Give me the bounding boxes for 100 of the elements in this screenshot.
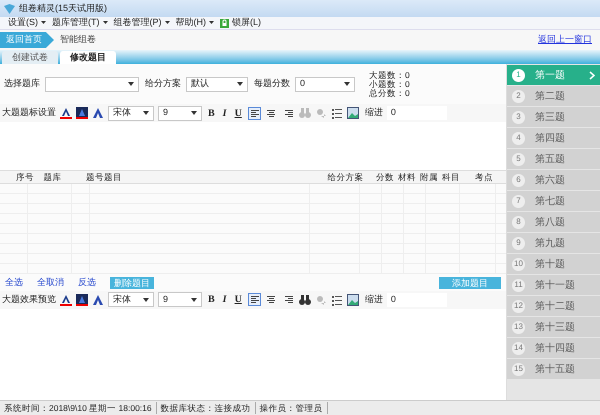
- status-text: 系统时间：2018\9\10 星期一 18:00:16: [0, 402, 157, 414]
- binoculars-icon[interactable]: [298, 294, 311, 306]
- menu-item[interactable]: 设置(S): [8, 16, 38, 30]
- status-text: 数据库状态：连接成功: [156, 402, 256, 414]
- image-icon[interactable]: [346, 107, 359, 119]
- menu-item[interactable]: 帮助(H): [176, 16, 206, 30]
- image-icon[interactable]: [346, 294, 359, 306]
- question-label: 第二题: [535, 90, 566, 104]
- question-item[interactable]: 10 第十题: [507, 254, 600, 274]
- status-text: 操作员：管理员: [256, 402, 328, 414]
- menu-caret-icon[interactable]: [209, 21, 214, 25]
- dropdown-caret-icon[interactable]: [143, 111, 149, 115]
- question-label: 第八题: [535, 216, 566, 230]
- question-item[interactable]: 13 第十三题: [507, 317, 600, 337]
- question-item[interactable]: 2 第二题: [507, 86, 600, 106]
- text-style-icon[interactable]: [92, 107, 104, 119]
- number-badge: 2: [512, 90, 525, 102]
- number-badge: 15: [512, 362, 525, 376]
- number-badge: 14: [512, 342, 525, 354]
- question-label: 第十二题: [535, 300, 576, 314]
- lock-icon[interactable]: [220, 18, 229, 28]
- question-label: 第十题: [535, 258, 566, 272]
- column-header: 科目: [440, 170, 461, 184]
- dropdown-caret-icon[interactable]: [143, 298, 149, 302]
- font-color-icon[interactable]: [60, 107, 72, 119]
- dropdown-caret-icon[interactable]: [191, 298, 197, 302]
- tab[interactable]: 创建试卷: [2, 51, 58, 64]
- question-item[interactable]: 11 第十一题: [507, 275, 600, 295]
- bold-button[interactable]: B: [206, 292, 217, 307]
- question-item[interactable]: 7 第七题: [507, 191, 600, 211]
- column-header: 题目: [104, 170, 124, 184]
- column-header: 考点: [474, 170, 494, 184]
- action-link[interactable]: 反选: [78, 276, 96, 290]
- number-badge: 1: [512, 68, 525, 82]
- font-size-select[interactable]: 9: [158, 292, 202, 307]
- number-badge: 5: [512, 152, 525, 166]
- question-item[interactable]: 9 第九题: [507, 233, 600, 253]
- question-item[interactable]: 4 第四题: [507, 128, 600, 148]
- highlight-color-icon[interactable]: [76, 107, 88, 119]
- align-center-button[interactable]: [264, 293, 278, 306]
- question-label: 第九题: [535, 236, 566, 250]
- align-left-button[interactable]: [248, 293, 261, 306]
- question-item[interactable]: 6 第六题: [507, 170, 600, 190]
- count-text: 大题数：0: [369, 70, 410, 80]
- dropdown-caret-icon[interactable]: [344, 82, 350, 86]
- action-link[interactable]: 全选: [5, 276, 23, 290]
- question-item[interactable]: 5 第五题: [507, 149, 600, 169]
- underline-button[interactable]: U: [232, 106, 244, 120]
- menu-item[interactable]: 题库管理(T): [52, 16, 100, 30]
- italic-button[interactable]: I: [220, 292, 229, 307]
- question-label: 第十五题: [535, 362, 576, 376]
- toolbar-label: 大题效果预览: [2, 292, 56, 306]
- column-header: 附属: [418, 170, 438, 184]
- chevron-right-icon: [589, 70, 595, 80]
- menu-item[interactable]: 锁屏(L): [232, 16, 261, 30]
- question-label: 第一题: [535, 68, 566, 82]
- font-select[interactable]: 宋体: [108, 292, 154, 307]
- question-label: 第十三题: [535, 320, 576, 334]
- indent-label: 缩进: [364, 106, 383, 120]
- indent-label: 缩进: [364, 292, 383, 306]
- question-label: 第四题: [535, 132, 566, 146]
- align-left-button[interactable]: [248, 106, 261, 120]
- tab[interactable]: 修改题目: [60, 51, 116, 64]
- font-color-icon[interactable]: [60, 294, 72, 306]
- text-style-icon[interactable]: [92, 294, 104, 306]
- underline-button[interactable]: U: [232, 292, 244, 307]
- column-header: 序号: [15, 170, 35, 184]
- filter-select[interactable]: 默认: [186, 76, 248, 92]
- question-label: 第十一题: [535, 278, 576, 292]
- indent-field[interactable]: 0: [386, 292, 447, 306]
- action-link[interactable]: 全取消: [37, 276, 64, 290]
- number-badge: 6: [512, 174, 525, 186]
- bold-button[interactable]: B: [206, 106, 217, 120]
- question-label: 第七题: [535, 194, 566, 208]
- dropdown-caret-icon[interactable]: [191, 111, 197, 115]
- question-item[interactable]: 3 第三题: [507, 107, 600, 127]
- number-badge: 12: [512, 300, 525, 312]
- back-link[interactable]: 返回上一窗口: [538, 33, 592, 47]
- breadcrumb-item[interactable]: 智能组卷: [54, 32, 108, 48]
- indent-field[interactable]: 0: [386, 106, 447, 120]
- italic-button[interactable]: I: [220, 106, 229, 120]
- question-item[interactable]: 14 第十四题: [507, 338, 600, 358]
- font-size-select[interactable]: 9: [158, 106, 202, 120]
- question-item[interactable]: 8 第八题: [507, 212, 600, 232]
- question-item[interactable]: 12 第十二题: [507, 296, 600, 316]
- filter-label: 给分方案: [145, 77, 181, 90]
- list-icon[interactable]: [330, 107, 343, 119]
- menu-caret-icon[interactable]: [102, 21, 108, 25]
- highlight-color-icon[interactable]: [76, 294, 88, 306]
- menu-caret-icon[interactable]: [164, 21, 170, 25]
- number-badge: 3: [512, 110, 525, 124]
- dropdown-caret-icon[interactable]: [128, 82, 134, 86]
- menu-caret-icon[interactable]: [41, 21, 46, 25]
- question-item[interactable]: 15 第十五题: [507, 359, 600, 379]
- filter-select[interactable]: 0: [295, 76, 355, 92]
- menu-item[interactable]: 组卷管理(P): [114, 16, 162, 30]
- list-icon[interactable]: [330, 294, 343, 306]
- font-select[interactable]: 宋体: [108, 106, 154, 120]
- dropdown-caret-icon[interactable]: [237, 82, 243, 86]
- question-label: 第十四题: [535, 342, 576, 356]
